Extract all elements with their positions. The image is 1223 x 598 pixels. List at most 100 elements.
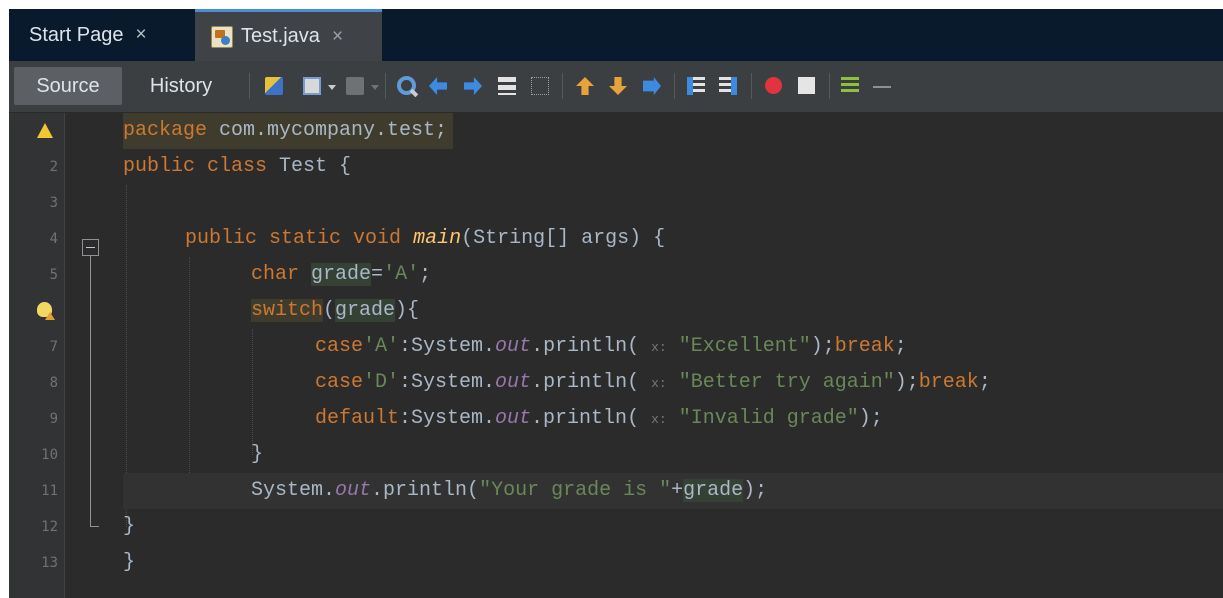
keyword: char: [251, 263, 300, 286]
editor-tab-bar: Start Page × Test.java ×: [9, 9, 1223, 61]
close-icon[interactable]: ×: [332, 26, 343, 48]
chevron-down-icon: [371, 85, 379, 90]
previous-bookmark-icon[interactable]: [576, 77, 594, 95]
toolbar-separator: [249, 73, 250, 99]
comment-icon[interactable]: [841, 77, 859, 95]
field: out: [335, 479, 372, 502]
string-literal: 'A': [383, 263, 420, 286]
line-number: 2: [49, 159, 58, 175]
code-text: :System.: [399, 371, 496, 394]
find-previous-icon[interactable]: [429, 77, 447, 95]
line-number: 10: [41, 447, 58, 463]
code-text: .println(: [531, 407, 640, 430]
java-file-icon: [211, 25, 233, 48]
code-line-13: }: [123, 545, 135, 581]
close-icon[interactable]: ×: [136, 24, 147, 46]
source-button[interactable]: Source: [14, 67, 122, 105]
code-text: .println(: [531, 371, 640, 394]
next-bookmark-icon[interactable]: [609, 77, 627, 95]
history-button[interactable]: History: [133, 67, 229, 105]
code-text: (String[] args) {: [461, 227, 666, 250]
code-text: );: [810, 335, 835, 358]
record-macro-icon[interactable]: [765, 77, 782, 94]
keyword: public class: [123, 155, 268, 178]
line-number-gutter: 2 3 4 5 7 8 9 10 11 12 13: [9, 113, 65, 598]
code-line-8: case'D':System.out.println( x: "Better t…: [315, 365, 991, 401]
fold-end: [90, 526, 99, 527]
keyword: case: [315, 335, 364, 358]
toolbar-separator: [385, 73, 386, 99]
code-text: );: [858, 407, 883, 430]
line-number: 11: [41, 483, 58, 499]
chevron-down-icon[interactable]: [328, 85, 336, 90]
uncomment-icon[interactable]: [873, 77, 891, 95]
editor-toolbar: Source History: [9, 61, 1223, 113]
toolbar-separator: [562, 73, 563, 99]
code-line-10: }: [251, 437, 263, 473]
code-text: +: [671, 479, 684, 502]
parameter-hint: x:: [651, 412, 667, 427]
field: out: [495, 335, 532, 358]
code-line-2: public class Test {: [123, 149, 351, 185]
line-number: 4: [49, 231, 58, 247]
back-icon[interactable]: [303, 77, 321, 95]
code-text: }: [123, 515, 136, 538]
code-text: =: [371, 263, 384, 286]
ide-window: Start Page × Test.java × Source History: [9, 9, 1223, 598]
toolbar-separator: [829, 73, 830, 99]
keyword: break: [918, 371, 979, 394]
search-icon[interactable]: [397, 76, 416, 95]
tab-start-page[interactable]: Start Page ×: [9, 9, 191, 61]
code-line-9: default:System.out.println( x: "Invalid …: [315, 401, 883, 437]
code-editor[interactable]: 2 3 4 5 7 8 9 10 11 12 13 package com.my…: [9, 113, 1223, 598]
parameter-hint: x:: [651, 340, 667, 355]
toggle-highlight-icon[interactable]: [498, 77, 516, 95]
toolbar-separator: [674, 73, 675, 99]
code-line-7: case'A':System.out.println( x: "Excellen…: [315, 329, 907, 365]
warning-icon[interactable]: [37, 123, 53, 138]
variable: grade: [335, 299, 396, 322]
code-line-6: switch(grade){: [251, 293, 419, 329]
code-text: );: [894, 371, 919, 394]
code-text: }: [123, 551, 136, 574]
field: out: [495, 371, 532, 394]
line-number: 5: [49, 267, 58, 283]
code-text: ;: [419, 263, 432, 286]
tab-test-java[interactable]: Test.java ×: [195, 9, 382, 61]
toolbar-separator: [751, 73, 752, 99]
find-next-icon[interactable]: [464, 77, 482, 95]
code-text: }: [251, 443, 264, 466]
last-edit-icon[interactable]: [265, 77, 283, 95]
fold-line: [90, 256, 91, 526]
line-number: 9: [49, 411, 58, 427]
line-number: 7: [49, 339, 58, 355]
keyword: package: [123, 119, 208, 142]
indent-guide: [189, 257, 190, 491]
code-text: .println(: [531, 335, 640, 358]
code-text: (: [323, 299, 336, 322]
keyword: default: [315, 407, 400, 430]
shift-line-left-icon[interactable]: [687, 77, 705, 95]
lightbulb-warning-icon[interactable]: [37, 302, 55, 320]
string-literal: "Excellent": [678, 335, 811, 358]
keyword: public static void: [185, 227, 402, 250]
code-text: ;: [894, 335, 907, 358]
string-literal: 'D': [363, 371, 400, 394]
string-literal: "Better try again": [678, 371, 895, 394]
line-number: 12: [41, 519, 58, 535]
toggle-bookmark-icon[interactable]: [643, 77, 661, 95]
toggle-rectangular-selection-icon[interactable]: [531, 77, 549, 95]
tab-label: Test.java: [241, 25, 320, 47]
stop-macro-icon[interactable]: [798, 77, 815, 94]
forward-icon: [346, 77, 364, 95]
code-line-12: }: [123, 509, 135, 545]
keyword: break: [834, 335, 895, 358]
shift-line-right-icon[interactable]: [719, 77, 737, 95]
code-line-5: char grade='A';: [251, 257, 431, 293]
fold-toggle[interactable]: [82, 239, 99, 256]
line-number: 3: [49, 195, 58, 211]
tab-label: Start Page: [29, 23, 124, 46]
keyword: case: [315, 371, 364, 394]
method-name: main: [413, 227, 462, 250]
keyword: switch: [251, 299, 324, 322]
